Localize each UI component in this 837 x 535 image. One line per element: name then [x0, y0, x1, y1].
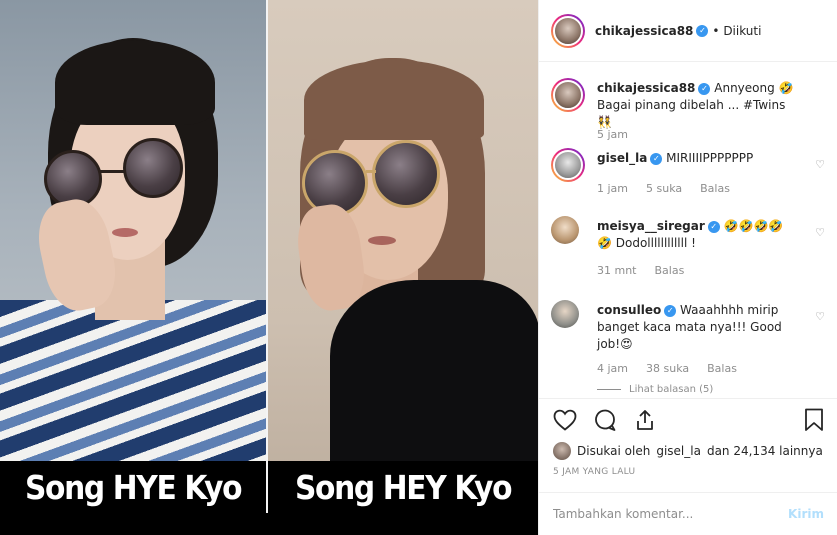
bookmark-icon[interactable]: [802, 408, 826, 432]
author-username[interactable]: chikajessica88: [595, 24, 693, 38]
left-lips: [112, 228, 138, 237]
right-lips: [368, 236, 396, 245]
avatar[interactable]: [551, 78, 585, 112]
add-comment-bar: Kirim: [539, 492, 837, 535]
list-item: gisel_la ✓ MIRIIIIPPPPPPP ♡ 1 jam 5 suka …: [551, 148, 833, 208]
comment-icon[interactable]: [593, 408, 617, 432]
list-item: consulleo ✓ Waaahhhh mirip banget kaca ma…: [551, 300, 833, 380]
comment-input[interactable]: [553, 507, 789, 521]
caption-right: Song HEY Kyo: [268, 461, 538, 513]
verified-icon: ✓: [664, 304, 677, 317]
avatar: [553, 442, 571, 460]
comment-username[interactable]: consulleo: [597, 303, 661, 317]
comment-time[interactable]: 31 mnt: [597, 264, 637, 277]
caption-left-text: Song HYE Kyo: [24, 467, 243, 507]
avatar[interactable]: [551, 148, 585, 182]
caption-right-text: Song HEY Kyo: [294, 467, 513, 507]
left-photo-panel: [0, 0, 267, 535]
left-bangs: [55, 40, 215, 125]
verified-icon: ✓: [696, 24, 709, 37]
photo-bottom-strip: [0, 513, 538, 535]
comment-time[interactable]: 5 jam: [597, 128, 628, 141]
heart-icon[interactable]: ♡: [815, 310, 825, 323]
reply-button[interactable]: Balas: [700, 182, 730, 195]
post-timestamp[interactable]: 5 JAM YANG LALU: [553, 467, 635, 477]
heart-icon[interactable]: ♡: [815, 158, 825, 171]
author-avatar[interactable]: [551, 13, 585, 48]
comment-likes[interactable]: 5 suka: [646, 182, 682, 195]
list-item: chikajessica88 ✓ Annyeong 🤣 Bagai pinang …: [551, 78, 833, 156]
comment-time[interactable]: 4 jam: [597, 362, 628, 375]
comment-time[interactable]: 1 jam: [597, 182, 628, 195]
view-replies-label: Lihat balasan (5): [629, 384, 714, 395]
right-glasses-lens-2: [372, 140, 440, 208]
black-blouse: [330, 280, 538, 470]
likes-prefix: Disukai oleh: [577, 444, 651, 458]
comment-list[interactable]: chikajessica88 ✓ Annyeong 🤣 Bagai pinang …: [539, 62, 837, 398]
striped-top: [0, 300, 267, 470]
post-comment-button[interactable]: Kirim: [788, 507, 824, 521]
verified-icon: ✓: [650, 152, 663, 165]
follow-status[interactable]: • Diikuti: [712, 24, 761, 38]
left-glasses-lens-2: [123, 138, 183, 198]
right-bangs: [304, 60, 484, 140]
post-sidebar: chikajessica88 ✓ • Diikuti chikajessica8…: [538, 0, 837, 535]
reply-button[interactable]: Balas: [707, 362, 737, 375]
verified-icon: ✓: [707, 220, 720, 233]
heart-icon[interactable]: ♡: [815, 226, 825, 239]
action-bar: [539, 398, 837, 440]
view-replies-button[interactable]: Lihat balasan (5): [597, 384, 713, 395]
comment-likes[interactable]: 38 suka: [646, 362, 689, 375]
likes-summary: Disukai oleh gisel_la dan 24,134 lainnya: [553, 442, 823, 460]
avatar[interactable]: [551, 300, 579, 328]
comment-username[interactable]: gisel_la: [597, 151, 647, 165]
post-image[interactable]: Song HYE Kyo Song HEY Kyo: [0, 0, 538, 535]
post-header: chikajessica88 ✓ • Diikuti: [539, 0, 837, 62]
list-item: meisya__siregar ✓ 🤣🤣🤣🤣 🤣 Dodollllllllllll…: [551, 216, 833, 286]
avatar[interactable]: [551, 216, 579, 244]
likes-suffix[interactable]: dan 24,134 lainnya: [707, 444, 823, 458]
verified-icon: ✓: [698, 82, 711, 95]
reply-button[interactable]: Balas: [655, 264, 685, 277]
comment-text: MIRIIIIPPPPPPP: [666, 151, 754, 165]
comment-username[interactable]: meisya__siregar: [597, 219, 705, 233]
caption-left: Song HYE Kyo: [0, 461, 266, 513]
likes-user[interactable]: gisel_la: [656, 444, 701, 458]
left-glasses-bridge: [100, 170, 125, 173]
heart-icon[interactable]: [553, 408, 577, 432]
share-icon[interactable]: [633, 408, 657, 432]
comment-username[interactable]: chikajessica88: [597, 81, 695, 95]
right-glasses-bridge: [366, 170, 376, 173]
